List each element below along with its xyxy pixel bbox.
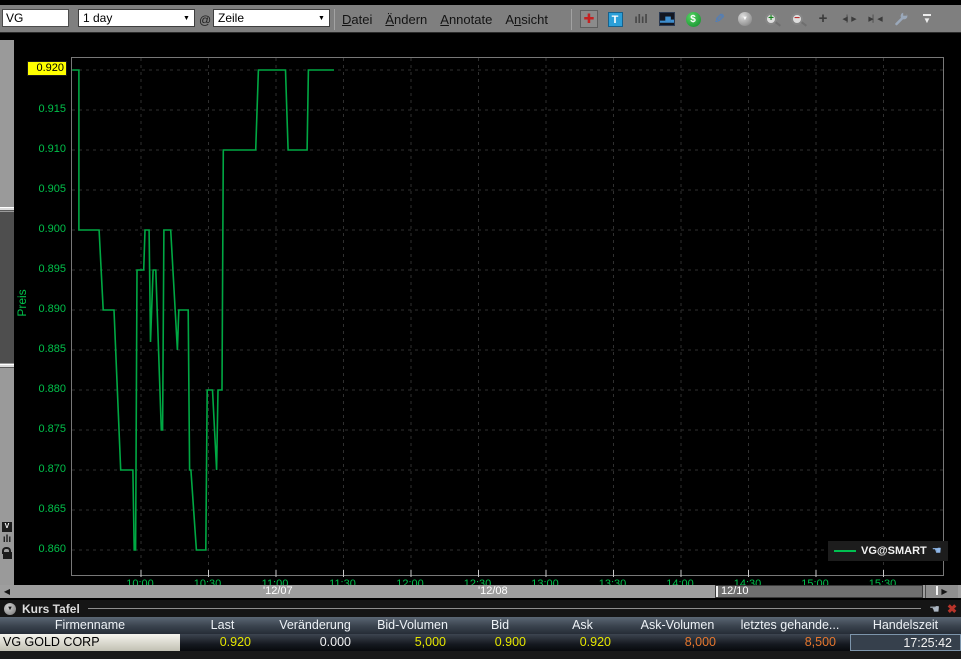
period-select[interactable]: 1 day ▼ — [78, 9, 195, 27]
menu-datei[interactable]: Datei — [342, 12, 372, 27]
menu-ansicht[interactable]: Ansicht — [505, 12, 548, 27]
quote-panel-title: Kurs Tafel — [22, 602, 80, 616]
zoom-in-icon[interactable]: + — [762, 10, 780, 28]
chart-legend[interactable]: VG@SMART ☚ — [828, 541, 948, 561]
at-label: @ — [199, 13, 211, 27]
circle-dropdown-icon[interactable]: ▼ — [736, 10, 754, 28]
y-tick-label: 0.915 — [26, 102, 66, 116]
toolbar: 1 day ▼ @ Zeile ▼ Datei Ändern Annotate Ans… — [0, 5, 961, 33]
quote-cell-5[interactable]: 0.900 — [460, 634, 540, 651]
window-bottom-edge — [0, 651, 961, 659]
quote-cell-8[interactable]: 8,500 — [730, 634, 850, 651]
hand-cursor-icon: ☚ — [932, 546, 942, 557]
column-header-5[interactable]: Bid — [460, 617, 540, 634]
vertical-scrollbar-track[interactable] — [0, 212, 14, 363]
column-header-4[interactable]: Bid-Volumen — [365, 617, 460, 634]
histogram-icon[interactable]: ılı — [3, 535, 11, 544]
y-tick-label: 0.865 — [26, 502, 66, 516]
quote-table-header-row: FirmennameLastVeränderungBid-VolumenBidA… — [0, 617, 961, 634]
volume-bars-icon[interactable]: ılıl — [632, 10, 650, 28]
scroll-right-button[interactable]: ▶ — [925, 585, 958, 598]
quote-cell-9[interactable]: 17:25:42 — [850, 634, 961, 651]
trading-app-window: 1 day ▼ @ Zeile ▼ Datei Ändern Annotate Ans… — [0, 0, 961, 659]
quote-cell-6[interactable]: 0.920 — [540, 634, 625, 651]
scrollbar-date-label: '12/08 — [478, 585, 508, 598]
quote-cell-2[interactable]: 0.920 — [180, 634, 265, 651]
symbol-input[interactable] — [2, 9, 69, 27]
quote-cell-1[interactable]: VG GOLD CORP — [0, 634, 180, 651]
wrench-icon[interactable] — [892, 10, 910, 28]
column-header-6[interactable]: Ask — [540, 617, 625, 634]
chevron-down-icon[interactable]: ▼ — [179, 10, 194, 26]
y-tick-label: 0.900 — [26, 222, 66, 236]
y-tick-label: 0.885 — [26, 342, 66, 356]
toolbar-separator — [571, 9, 572, 30]
draw-tool-icon[interactable]: ✎ — [710, 10, 728, 28]
scroll-left-button[interactable]: ◀ — [0, 585, 14, 598]
y-tick-label: 0.910 — [26, 142, 66, 156]
y-tick-label: 0.895 — [26, 262, 66, 276]
move-icon[interactable]: ✚ — [580, 10, 598, 28]
zoom-out-icon[interactable]: − — [788, 10, 806, 28]
toolbar-icons: ✚ Tılıl ▂▆▃ $ ✎ ▼ +−+ ◀▏▶ ▶▏◀ ▼ — [580, 5, 936, 33]
close-panel-icon[interactable]: ✖ — [947, 603, 957, 615]
column-header-8[interactable]: letztes gehande... — [730, 617, 850, 634]
menu-bar: Datei Ändern Annotate Ansicht — [342, 5, 548, 33]
splitter-handle[interactable] — [0, 364, 14, 368]
chart-style-value: Zeile — [218, 11, 244, 25]
scrollbar-date-label: 12/10 — [721, 585, 749, 598]
price-line-chart — [72, 58, 945, 577]
compress-horizontal-icon[interactable]: ▶▏◀ — [866, 10, 884, 28]
last-price-label: 0.920 — [27, 61, 67, 76]
quote-cell-3[interactable]: 0.000 — [265, 634, 365, 651]
quote-cell-7[interactable]: 8,000 — [625, 634, 730, 651]
toolbar-menu-icon[interactable]: ▼ — [918, 10, 936, 28]
y-tick-label: 0.860 — [26, 542, 66, 556]
menu-ndern[interactable]: Ändern — [385, 12, 427, 27]
y-tick-label: 0.880 — [26, 382, 66, 396]
column-header-7[interactable]: Ask-Volumen — [625, 617, 730, 634]
column-header-9[interactable]: Handelszeit — [850, 617, 961, 634]
chart-side-tools: V ılı — [0, 522, 14, 559]
lock-open-icon[interactable] — [3, 552, 12, 559]
chart-style-select[interactable]: Zeile ▼ — [213, 9, 330, 27]
legend-series-label: VG@SMART — [861, 545, 927, 557]
period-select-value: 1 day — [83, 11, 112, 25]
collapse-panel-icon[interactable]: ▼ — [4, 603, 16, 615]
drag-hand-icon[interactable]: ☚ — [929, 603, 940, 615]
chart-plot-area[interactable] — [71, 57, 944, 576]
vertical-scrollbar[interactable]: V ılı — [0, 40, 14, 585]
legend-line-swatch — [834, 550, 856, 552]
panel-header-rule — [88, 608, 921, 609]
column-header-2[interactable]: Last — [180, 617, 265, 634]
column-header-3[interactable]: Veränderung — [265, 617, 365, 634]
splitter-handle[interactable] — [0, 207, 14, 211]
menu-annotate[interactable]: Annotate — [440, 12, 492, 27]
expand-horizontal-icon[interactable]: ◀▏▶ — [840, 10, 858, 28]
text-tool-icon[interactable]: T — [606, 10, 624, 28]
horizontal-scrollbar[interactable]: ◀ ▶ '12/07 '12/08 12/10 — [0, 585, 961, 598]
scrollbar-date-label: '12/07 — [263, 585, 293, 598]
crosshair-icon[interactable]: + — [814, 10, 832, 28]
scrollbar-tick — [716, 586, 718, 597]
quote-cell-4[interactable]: 5,000 — [365, 634, 460, 651]
y-tick-label: 0.890 — [26, 302, 66, 316]
price-series-line — [72, 70, 334, 550]
quote-panel-header: ▼ Kurs Tafel ☚ ✖ — [0, 600, 961, 617]
quote-table-row[interactable]: VG GOLD CORP0.9200.0005,0000.9000.9208,0… — [0, 634, 961, 651]
toolbar-separator — [334, 9, 335, 30]
y-tick-label: 0.870 — [26, 462, 66, 476]
v-tool-icon[interactable]: V — [2, 522, 12, 532]
y-tick-label: 0.905 — [26, 182, 66, 196]
dollar-icon[interactable]: $ — [684, 10, 702, 28]
column-header-1[interactable]: Firmenname — [0, 617, 180, 634]
chevron-down-icon[interactable]: ▼ — [314, 10, 329, 26]
y-tick-label: 0.875 — [26, 422, 66, 436]
mini-chart-icon[interactable]: ▂▆▃ — [658, 10, 676, 28]
